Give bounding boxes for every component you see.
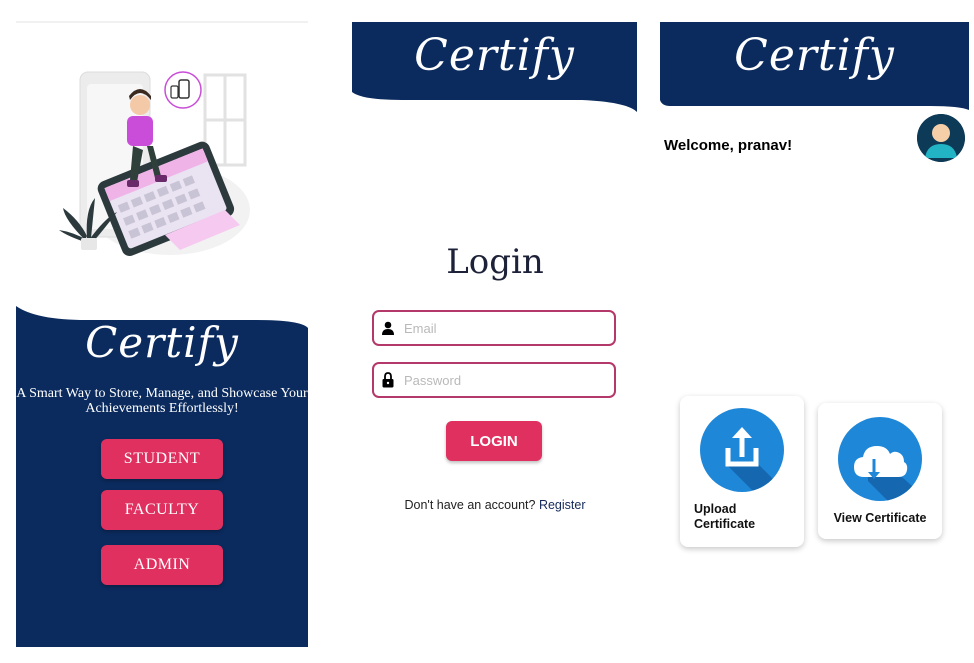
dashboard-screen: Certify Welcome, pranav! Upload Certific… [655, 0, 974, 663]
role-panel: Certify A Smart Way to Store, Manage, an… [16, 306, 308, 647]
password-field[interactable] [372, 362, 616, 398]
email-field[interactable] [372, 310, 616, 346]
password-input[interactable] [402, 371, 606, 389]
card-label: View Certificate [833, 511, 927, 525]
user-icon [374, 321, 402, 335]
register-link[interactable]: Register [539, 498, 586, 512]
faculty-button[interactable]: FACULTY [101, 490, 223, 530]
brand-logo: Certify [85, 318, 239, 367]
page-title: Login [446, 242, 544, 282]
hero-illustration [59, 71, 250, 257]
no-account-text: Don't have an account? [404, 498, 536, 512]
upload-icon [700, 408, 784, 492]
brand-logo: Certify [734, 30, 895, 81]
welcome-message: Welcome, pranav! [664, 137, 793, 154]
admin-button[interactable]: ADMIN [101, 545, 223, 585]
login-screen: Certify Login LOGIN Don't have an accoun… [340, 0, 650, 663]
avatar[interactable] [917, 114, 965, 162]
view-certificate-card[interactable]: View Certificate [818, 403, 942, 539]
tagline: A Smart Way to Store, Manage, and Showca… [16, 386, 308, 416]
user-avatar-icon [917, 114, 965, 162]
brand-logo: Certify [414, 30, 575, 81]
card-label: Upload Certificate [694, 502, 756, 531]
student-button[interactable]: STUDENT [101, 439, 223, 479]
upload-certificate-card[interactable]: Upload Certificate [680, 396, 804, 547]
register-prompt: Don't have an account? Register [340, 498, 650, 512]
email-input[interactable] [402, 319, 606, 337]
lock-icon [374, 372, 402, 388]
cloud-download-icon [838, 417, 922, 501]
top-divider [16, 21, 308, 23]
role-selection-screen: Certify A Smart Way to Store, Manage, an… [0, 0, 330, 663]
login-button[interactable]: LOGIN [446, 421, 542, 461]
